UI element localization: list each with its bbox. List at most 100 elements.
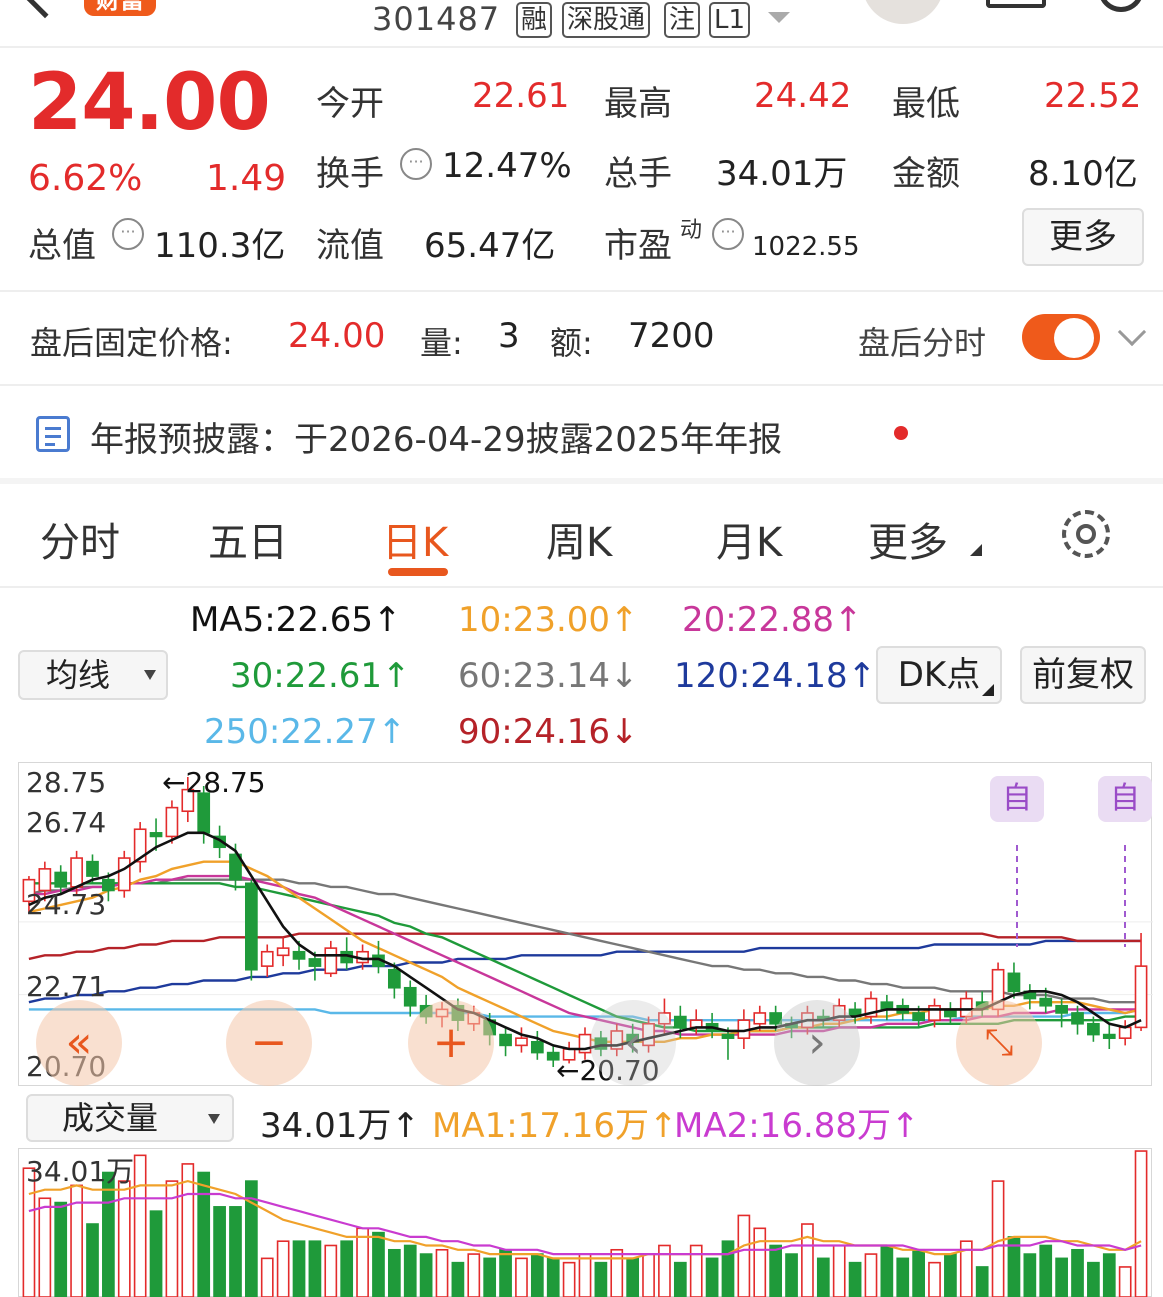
scroll-left-button[interactable]: « [36,1000,122,1086]
minus-icon: − [250,1017,288,1068]
divider [0,384,1163,386]
tab-monthly-k[interactable]: 月K [716,510,782,568]
step-right-button[interactable]: › [774,1000,860,1086]
vol-ma2-label: MA2:16.88万↑ [674,1106,920,1146]
notice-text[interactable]: 年报预披露：于2026-04-29披露2025年年报 [90,412,782,461]
after-hours-label: 盘后固定价格: [30,324,233,362]
window-icon[interactable] [986,0,1046,8]
vol-ma2-line [28,1192,1142,1256]
volume-bar [149,1210,163,1297]
expand-icon: ⤡ [984,1022,1014,1063]
max-price-marker: ←28.75 [162,766,266,799]
search-icon[interactable] [1098,0,1144,12]
candle-body [308,958,322,967]
volume-bar [546,1257,560,1297]
volume-bar [864,1253,878,1297]
more-button[interactable]: 更多 [1022,208,1144,266]
tag-margin: 融 [516,2,553,38]
candle-body [387,968,401,989]
volume-value-label: 34.01万↑ [260,1106,420,1146]
self-select-marker[interactable]: 自 [1098,776,1152,822]
volume-bar [801,1223,814,1297]
tag-level: L1 [709,2,751,38]
more-info-icon[interactable]: ··· [400,148,432,180]
volume-value: 34.01万 [716,154,848,194]
volume-bar [292,1240,306,1297]
candle-body [260,950,274,967]
last-price: 24.00 [28,58,271,148]
volume-bar [832,1244,846,1297]
ma120-line [28,939,1142,1004]
volume-bar [38,1197,52,1297]
volume-bar [1087,1261,1100,1297]
volume-chart[interactable] [18,1148,1152,1297]
y-axis-label: 22.71 [26,970,107,1003]
corner-triangle-icon [982,684,994,696]
gear-icon[interactable] [1062,510,1110,558]
candle-body [197,792,211,834]
tab-five-day[interactable]: 五日 [208,510,288,568]
amount-label: 金额 [892,154,960,194]
volume-bar [340,1240,354,1297]
volume-bar [515,1257,528,1297]
corner-triangle-icon [970,544,982,556]
indicator-select[interactable]: 成交量 [26,1094,234,1142]
low-label: 最低 [892,84,960,124]
change-amt: 1.49 [206,158,287,199]
dk-label: DK点 [897,655,981,695]
volume-bar [769,1244,783,1297]
after-hours-price: 24.00 [288,316,386,356]
volume-bar [229,1206,242,1297]
volume-bar [928,1261,941,1297]
volume-bar [260,1257,274,1297]
divider [0,586,1163,588]
more-info-icon[interactable]: ··· [712,218,744,250]
volume-bar [785,1253,798,1297]
avatar[interactable] [862,0,944,24]
dk-button[interactable]: DK点 [876,646,1002,704]
zoom-out-button[interactable]: − [226,1000,312,1086]
volume-bar [435,1248,449,1297]
candle-body [1071,1012,1084,1025]
adjust-button[interactable]: 前复权 [1020,646,1146,704]
volume-bar [1071,1248,1084,1297]
volume-bar [276,1240,290,1297]
after-hours-amt: 7200 [628,316,715,356]
volume-bar [197,1171,211,1297]
candle-body [753,1012,767,1025]
volume-bar [975,1266,989,1297]
volume-bar [705,1257,719,1297]
ma10-label: 10:23.00↑ [458,600,639,640]
tab-timeshare[interactable]: 分时 [40,510,120,568]
candle-body [1102,1033,1116,1039]
step-left-button[interactable]: ‹ [590,1000,676,1086]
candle-body [1118,1026,1132,1039]
mktcap-label: 总值 [28,226,96,266]
low-value: 22.52 [1044,76,1142,116]
more-info-icon[interactable]: ··· [112,218,144,250]
back-icon[interactable] [23,0,67,19]
candle-body [1087,1022,1100,1036]
zoom-in-button[interactable]: + [408,1000,494,1086]
candle-body [292,950,306,960]
vol-ma1-label: MA1:17.16万↑ [432,1106,678,1146]
dropdown-icon [144,670,156,680]
turnover-value: 12.47% [442,146,572,186]
tab-more[interactable]: 更多 [868,510,948,568]
tab-daily-k[interactable]: 日K [382,510,448,568]
ma-select[interactable]: 均线 [18,650,168,700]
candle-body [165,806,179,838]
volume-bar [372,1231,385,1297]
fullscreen-button[interactable]: ⤡ [956,1000,1042,1086]
candle-body [673,1015,687,1029]
volume-bar [213,1206,226,1297]
self-select-marker[interactable]: 自 [990,776,1044,822]
volume-bar [737,1214,751,1297]
tab-weekly-k[interactable]: 周K [546,510,612,568]
ma90-label: 90:24.16↓ [458,712,639,752]
volume-bar [610,1248,624,1297]
amount-value: 8.10亿 [1028,154,1138,194]
volume-bar [721,1240,735,1297]
chevron-down-icon[interactable] [1117,317,1147,347]
chevron-down-icon[interactable] [768,12,790,23]
